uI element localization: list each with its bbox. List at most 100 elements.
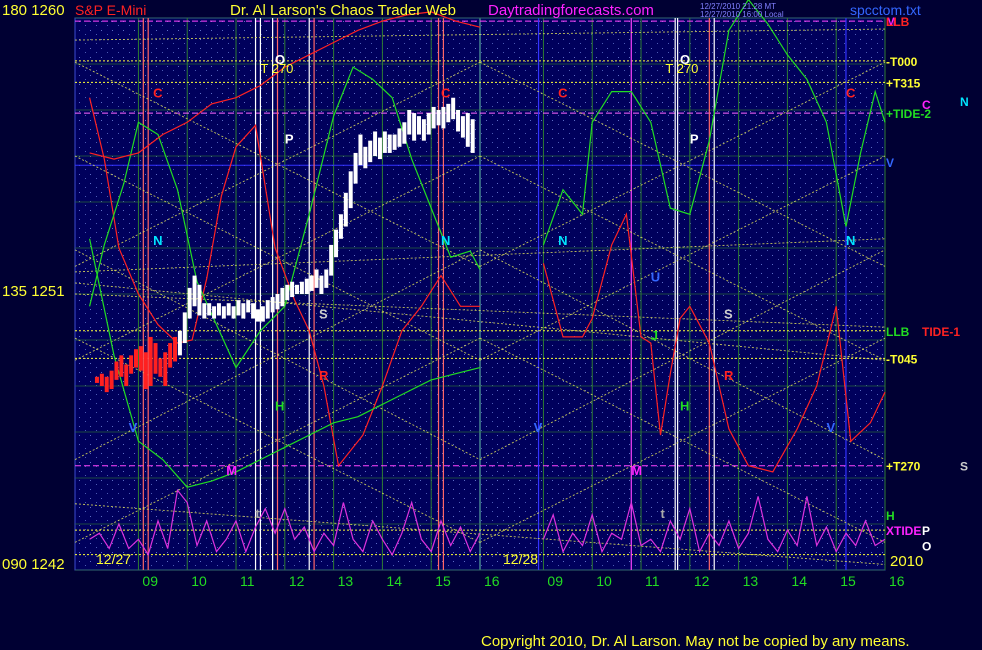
price-bar xyxy=(280,287,285,307)
right-label: +T315 xyxy=(886,76,921,90)
price-bar xyxy=(412,113,417,141)
event-mark-label: T 270 xyxy=(665,61,698,76)
hour-tick-label: 15 xyxy=(840,573,856,589)
price-bar xyxy=(138,346,143,371)
chart-title: Dr. Al Larson's Chaos Trader Web xyxy=(230,2,456,19)
hour-tick-label: 10 xyxy=(596,573,612,589)
price-bar xyxy=(158,358,163,377)
date-label-2: 12/28 xyxy=(503,551,538,567)
price-bar xyxy=(202,303,207,319)
planet-letter: C xyxy=(558,86,568,101)
price-bar xyxy=(114,361,119,380)
price-bar xyxy=(94,376,99,383)
right-label: S xyxy=(960,460,968,474)
website-label: Daytradingforecasts.com xyxy=(488,2,654,19)
chaos-chart: CNVMtOPSRHCNCNVMtUJOPSRHCNVT 270 T 270 18… xyxy=(2,0,969,650)
price-bar xyxy=(260,306,265,322)
price-bar xyxy=(363,146,368,169)
chart-window: CNVMtOPSRHCNCNVMtUJOPSRHCNVT 270 T 270 18… xyxy=(0,0,982,650)
price-bar xyxy=(148,336,153,386)
price-bar xyxy=(329,244,334,276)
left-scale-mid: 135 1251 xyxy=(2,283,65,300)
hour-tick-label: 16 xyxy=(484,573,500,589)
price-bar xyxy=(460,116,465,138)
price-bar xyxy=(451,97,456,120)
right-label: LLB xyxy=(886,325,910,339)
hour-tick-label: 11 xyxy=(645,573,660,589)
event-mark-label: T 270 xyxy=(260,61,293,76)
price-bar xyxy=(377,137,382,160)
planet-letter: t xyxy=(661,506,666,521)
hour-tick-label: 12 xyxy=(289,573,305,589)
planet-letter: V xyxy=(534,420,543,435)
planet-letter: V xyxy=(129,420,138,435)
planet-letter: N xyxy=(846,233,855,248)
hour-tick-label: 14 xyxy=(791,573,807,589)
price-bar xyxy=(212,306,217,319)
price-bar xyxy=(109,370,114,390)
price-bar xyxy=(338,214,343,239)
left-scale-bottom: 090 1242 xyxy=(2,556,65,573)
price-bar xyxy=(426,113,431,135)
price-bar xyxy=(251,303,256,319)
right-label: TIDE-1 xyxy=(922,325,960,339)
right-label: LLB xyxy=(886,15,910,29)
right-label: P xyxy=(922,524,930,538)
price-bar xyxy=(168,343,173,368)
price-bar xyxy=(431,106,436,129)
price-bar xyxy=(309,275,314,291)
price-bar xyxy=(187,287,192,319)
price-bar xyxy=(153,343,158,374)
price-bar xyxy=(133,349,138,368)
hour-tick-label: 16 xyxy=(889,573,905,589)
planet-letter: H xyxy=(680,399,689,414)
price-bar xyxy=(119,355,124,377)
price-bar xyxy=(441,106,446,129)
left-scale-top: 180 1260 xyxy=(2,2,65,19)
planet-letter: C xyxy=(846,86,856,101)
price-bar xyxy=(207,303,212,316)
planet-letter: t xyxy=(256,506,261,521)
price-bar xyxy=(373,131,378,156)
price-bar xyxy=(397,128,402,147)
right-side-labels: JUMLLB-T000+T315CN+TIDE-2VLLBTIDE-1-T045… xyxy=(886,15,969,553)
hour-tick-label: 13 xyxy=(743,573,759,589)
price-bar xyxy=(182,312,187,344)
price-bar xyxy=(236,300,241,316)
price-bar xyxy=(143,352,148,390)
price-bar xyxy=(275,294,280,310)
instrument-label: S&P E-Mini xyxy=(75,2,146,18)
price-bar xyxy=(334,229,339,258)
price-bar xyxy=(324,269,329,288)
price-bar xyxy=(358,134,363,166)
hour-tick-label: 09 xyxy=(547,573,563,589)
planet-letter: J xyxy=(651,328,658,343)
price-bar xyxy=(241,303,246,319)
price-bar xyxy=(221,306,226,319)
price-bar xyxy=(470,119,475,153)
planet-letter: C xyxy=(153,86,163,101)
price-bar xyxy=(446,103,451,123)
timestamp-2: 12/27/2010 16:00 Local xyxy=(700,10,784,19)
price-bar xyxy=(173,336,178,362)
year-label: 2010 xyxy=(890,553,923,570)
price-bar xyxy=(417,116,422,135)
price-bar xyxy=(246,300,251,313)
price-bar xyxy=(304,278,309,294)
right-label: +T270 xyxy=(886,460,921,474)
price-bar xyxy=(319,275,324,294)
price-bar xyxy=(104,376,109,393)
price-bar xyxy=(231,306,236,319)
price-bar xyxy=(265,300,270,319)
price-bar xyxy=(353,152,358,184)
price-bar xyxy=(192,275,197,307)
right-label: N xyxy=(960,95,969,109)
price-bar xyxy=(348,171,353,209)
planet-letter: N xyxy=(558,233,567,248)
planet-letter: R xyxy=(319,368,329,383)
price-bar xyxy=(255,309,260,322)
price-bar xyxy=(436,110,441,126)
right-label: -T045 xyxy=(886,352,918,366)
price-bar xyxy=(402,122,407,144)
hour-tick-label: 15 xyxy=(435,573,451,589)
